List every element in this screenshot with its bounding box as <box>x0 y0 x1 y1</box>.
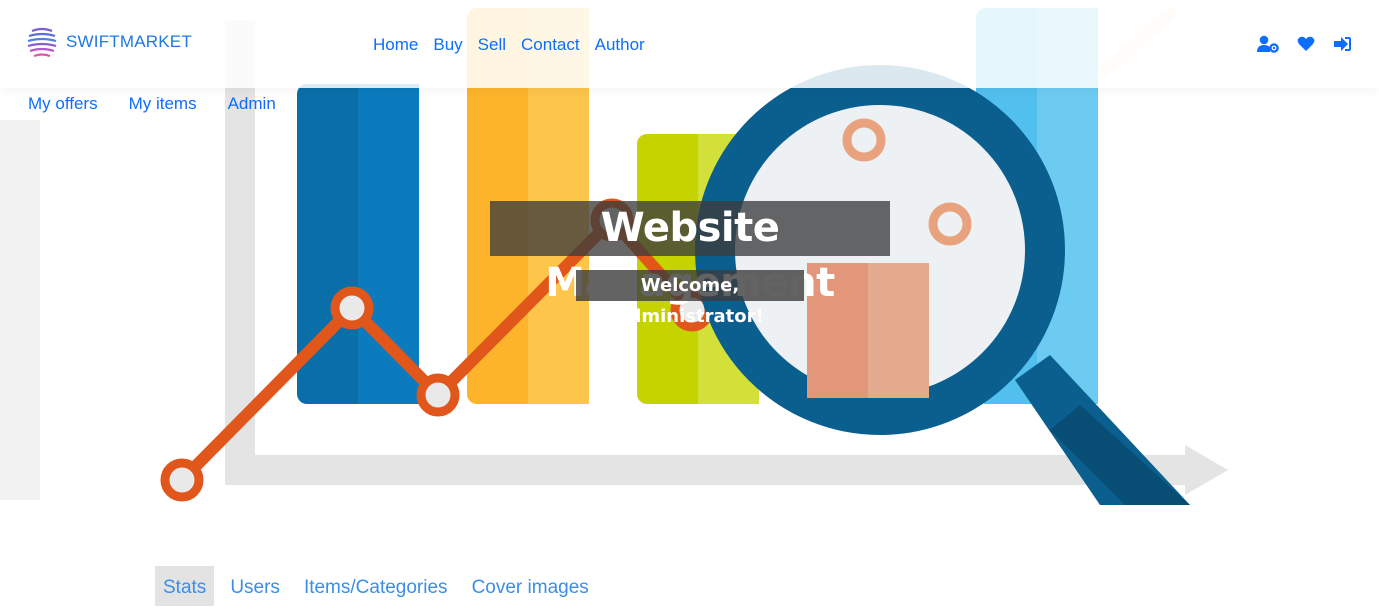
nav-link-home[interactable]: Home <box>373 35 418 55</box>
tab-stats[interactable]: Stats <box>155 566 215 606</box>
globe-stripes-icon <box>26 25 58 59</box>
nav-link-contact[interactable]: Contact <box>521 35 580 55</box>
user-actions <box>1239 35 1351 58</box>
tab-cover-images[interactable]: Cover images <box>464 566 597 606</box>
main-nav: Home Buy Sell Contact Author <box>373 35 660 55</box>
subnav-link-my-offers[interactable]: My offers <box>28 94 98 114</box>
admin-tabs: Stats Users Items/Categories Cover image… <box>155 566 605 606</box>
tab-users[interactable]: Users <box>222 566 288 606</box>
secondary-nav: My offers My items Admin <box>28 94 307 114</box>
nav-link-sell[interactable]: Sell <box>478 35 506 55</box>
top-navbar: SWIFTMARKET Home Buy Sell Contact Author <box>0 0 1379 88</box>
subnav-link-my-items[interactable]: My items <box>129 94 197 114</box>
heart-icon[interactable] <box>1297 36 1315 57</box>
page-title: Website Management <box>490 201 890 306</box>
subnav-link-admin[interactable]: Admin <box>228 94 276 114</box>
user-settings-icon[interactable] <box>1257 35 1279 58</box>
nav-link-buy[interactable]: Buy <box>433 35 462 55</box>
brand-name: SWIFTMARKET <box>66 32 192 51</box>
welcome-message: Welcome, administrator! <box>576 270 804 327</box>
nav-link-author[interactable]: Author <box>595 35 645 55</box>
tab-items-categories[interactable]: Items/Categories <box>296 566 456 606</box>
logout-icon[interactable] <box>1333 36 1351 57</box>
brand[interactable]: SWIFTMARKET <box>26 25 192 59</box>
